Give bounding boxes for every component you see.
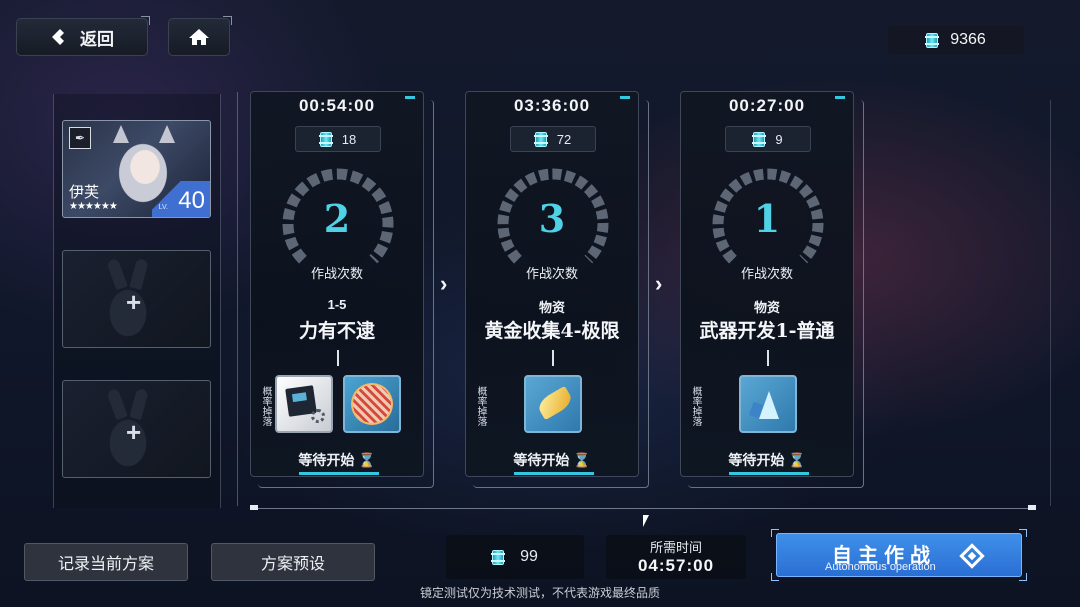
status-text: 等待开始 ⌛ [728, 452, 806, 468]
team-slot-2[interactable]: + [62, 250, 211, 349]
required-time-display: 所需时间 04:57:00 [606, 535, 746, 579]
back-button[interactable]: 返回 [16, 16, 150, 56]
team-slot-1[interactable]: ✒ 伊芙 ★★★★★★ LV. 40 [62, 120, 211, 218]
mission-card-1[interactable]: 00:54:00 18 2 作战次数 1-5 力有不逮 概率掉落 等待开始 ⌛ [250, 91, 424, 477]
battery-can-icon [491, 549, 506, 565]
mission-cost: 9 [725, 126, 811, 152]
add-icon: + [126, 417, 142, 447]
record-plan-button[interactable]: 记录当前方案 [24, 543, 188, 581]
battery-can-icon [533, 131, 548, 147]
mission-cost-value: 18 [341, 131, 357, 147]
disclaimer-text: 镜定测试仅为技术测试，不代表游戏最终品质 [419, 586, 660, 600]
total-cost-value: 99 [520, 548, 538, 565]
count-label: 作战次数 [525, 266, 578, 281]
drop-label: 概率掉落 [475, 386, 486, 426]
stage-name: 黄金收集4-极限 [484, 320, 620, 342]
mission-count: 1 [753, 196, 781, 241]
home-icon [189, 29, 209, 45]
time-value: 04:57:00 [637, 556, 715, 575]
hourglass-icon: ⌛ [788, 452, 806, 468]
mission-cost-value: 72 [556, 131, 572, 147]
diamond-back-icon [52, 29, 64, 45]
mission-card-2[interactable]: 03:36:00 72 3 作战次数 物资 黄金收集4-极限 概率掉落 等待开始… [465, 91, 639, 477]
stage-code: 物资 [753, 300, 780, 315]
blue-crystal-icon[interactable] [739, 375, 797, 433]
mission-count: 2 [323, 196, 351, 241]
stage-code: 1-5 [327, 297, 347, 312]
currency-display: 9366 [888, 26, 1024, 54]
drop-label: 概率掉落 [690, 386, 701, 426]
frame-divider [252, 508, 1036, 509]
stage-code: 物资 [538, 300, 565, 315]
mission-timer: 00:54:00 [298, 96, 376, 115]
add-icon: + [126, 287, 142, 317]
character-name: 伊芙 [69, 183, 100, 201]
autonomous-operation-button[interactable]: 自主作战 Autonomous operation [776, 533, 1022, 577]
plan-preset-button[interactable]: 方案预设 [211, 543, 375, 581]
cursor-icon [643, 515, 649, 527]
back-label: 返回 [80, 29, 114, 49]
mission-timer: 00:27:00 [728, 96, 806, 115]
gear-pad-icon[interactable] [275, 375, 333, 433]
currency-value: 9366 [950, 31, 986, 48]
battery-can-icon [925, 32, 940, 48]
count-label: 作战次数 [310, 266, 363, 281]
time-label: 所需时间 [649, 540, 702, 555]
chevron-right-icon: › [655, 271, 663, 296]
team-slot-3[interactable]: + [62, 380, 211, 479]
total-cost-display: 99 [446, 535, 584, 579]
diamond-icon [959, 543, 985, 569]
mission-cost: 18 [295, 126, 381, 152]
frame-divider [1050, 100, 1051, 506]
hourglass-icon: ⌛ [358, 452, 376, 468]
hourglass-icon: ⌛ [573, 452, 591, 468]
mission-cost: 72 [510, 126, 596, 152]
mission-timer: 03:36:00 [513, 96, 591, 115]
frame-divider [237, 92, 238, 506]
status-text: 等待开始 ⌛ [298, 452, 376, 468]
gold-leaf-icon[interactable] [524, 375, 582, 433]
stage-name: 武器开发1-普通 [699, 320, 835, 342]
status-text: 等待开始 ⌛ [513, 452, 591, 468]
level-label: LV. [158, 204, 168, 211]
chevron-right-icon: › [440, 271, 448, 296]
auto-button-sublabel: Autonomous operation [825, 561, 936, 573]
count-label: 作战次数 [740, 266, 793, 281]
mission-card-3[interactable]: 00:27:00 9 1 作战次数 物资 武器开发1-普通 概率掉落 等待开始 … [680, 91, 854, 477]
drop-label: 概率掉落 [260, 386, 271, 426]
character-level: 40 [178, 187, 205, 214]
class-badge-icon: ✒ [69, 127, 91, 149]
battery-can-icon [752, 131, 767, 147]
mission-count: 3 [538, 196, 566, 241]
battery-can-icon [318, 131, 333, 147]
red-chip-icon[interactable] [343, 375, 401, 433]
mission-cost-value: 9 [775, 131, 783, 147]
character-stars: ★★★★★★ [69, 201, 118, 212]
stage-name: 力有不逮 [298, 320, 375, 342]
home-button[interactable] [168, 16, 232, 56]
